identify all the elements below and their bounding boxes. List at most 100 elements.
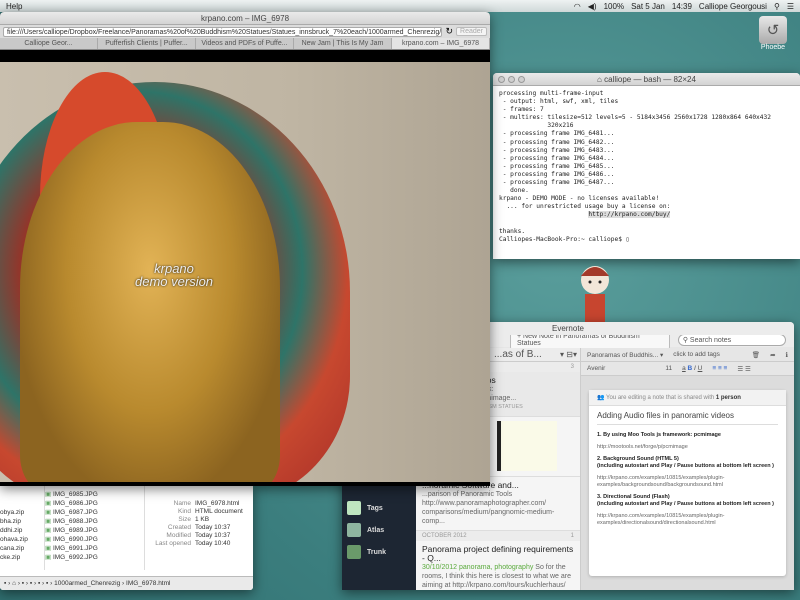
file-name: IMG_6987.JPG [52,509,98,516]
clock-time[interactable]: 14:39 [672,2,692,11]
file-name: IMG_6985.JPG [52,491,98,498]
file-item[interactable]: ▣ IMG_6990.JPG [45,535,144,544]
note-heading: 3. Directional Sound (Flash) [597,494,670,500]
statue-body [20,122,280,482]
sidebar-item-trunk[interactable]: Trunk [342,541,416,563]
format-buttons[interactable]: a B I U [682,365,702,372]
browser-tab[interactable]: Calliope Geor... [0,38,98,49]
note-link[interactable]: http://mootools.net/forge/p/pcmimage [597,444,778,451]
terminal-line: - frames: 7 [499,106,544,114]
terminal-line: - processing frame IMG_6481... [499,130,615,138]
font-size-select[interactable]: 11 [665,365,672,372]
menu-help[interactable]: Help [6,2,22,11]
file-name: IMG_6991.JPG [52,545,98,552]
file-item[interactable]: ▣ IMG_6987.JPG [45,508,144,517]
terminal-line: - processing frame IMG_6482... [499,138,615,146]
note-link[interactable]: http://krpano.com/examples/10815/example… [597,513,778,527]
file-item[interactable]: ddhi.zip [0,526,44,535]
reload-icon[interactable]: ↻ [445,26,453,37]
file-item[interactable]: ohava.zip [0,535,44,544]
notebook-menu-icons[interactable]: ▾ ⊟▾ [560,350,577,359]
file-name: IMG_6989.JPG [52,527,98,534]
reader-button[interactable]: Reader [456,27,487,36]
notebook-selector[interactable]: Panoramas of Buddhis... ▾ [587,351,663,359]
info-row: Last opened Today 10:40 [145,540,253,548]
browser-tab[interactable]: New Jam | This Is My Jam [294,38,392,49]
user-menu[interactable]: Calliope Georgousi [699,2,767,11]
sidebar-label: Atlas [367,526,385,534]
trunk-icon [347,545,361,559]
map-pin-icon [347,523,361,537]
volume-icon[interactable]: ◀) [588,2,597,11]
share-icon[interactable]: ➦ [770,351,775,359]
notification-icon[interactable]: ☰ [787,2,794,11]
file-item[interactable]: ▣ IMG_6989.JPG [45,526,144,535]
path-bar[interactable]: ▪ › ⌂ › ▪ › ▪ › ▪ › ▪ › 1000armed_Chenre… [0,576,253,590]
desktop-drive[interactable]: ↺ Phoebe [756,16,790,51]
address-bar[interactable]: file:///Users/calliope/Dropbox/Freelance… [3,26,443,37]
demo-watermark: krpano demo version [135,262,213,288]
sidebar-item-atlas[interactable]: Atlas [342,519,416,541]
sidebar-item-tags[interactable]: Tags [342,497,416,519]
file-item[interactable]: ▣ IMG_6986.JPG [45,499,144,508]
note-card[interactable]: 👥 You are editing a note that is shared … [589,390,786,576]
sidebar-label: Tags [367,504,383,512]
tags-field[interactable]: click to add tags [673,351,720,358]
path-file[interactable]: IMG_6978.html [126,580,170,587]
font-select[interactable]: Avenir [587,365,605,372]
search-notes-input[interactable]: ⚲ Search notes [677,334,786,346]
image-file-icon: ▣ [45,527,53,534]
path-folder[interactable]: 1000armed_Chenrezig [54,580,120,587]
battery-status[interactable]: 100% [604,2,624,11]
image-file-icon: ▣ [45,536,53,543]
info-label: Name [173,500,191,507]
browser-tab[interactable]: Videos and PDFs of Puffe... [196,38,294,49]
file-item[interactable]: obya.zip [0,508,44,517]
info-icon[interactable]: ℹ [786,351,788,359]
list-buttons[interactable]: ☰ ☰ [737,365,750,373]
file-item[interactable]: ▣ IMG_6988.JPG [45,517,144,526]
shared-count: 1 person [715,395,741,401]
file-item[interactable]: ▣ IMG_6992.JPG [45,553,144,562]
note-heading: 2. Background Sound (HTML 5) [597,456,679,462]
note-item[interactable]: Panorama project defining requirements -… [416,541,580,590]
browser-tab[interactable]: Pufferfish Clients | Puffer... [98,38,196,49]
file-item[interactable]: ▣ IMG_6991.JPG [45,544,144,553]
panorama-viewer[interactable]: krpanodemo version +−◀▶▲▼⤢ [0,62,490,482]
clock-date[interactable]: Sat 5 Jan [631,2,665,11]
terminal-line: ... for unrestricted usage buy a license… [499,203,671,211]
sidebar-label: Trunk [367,548,387,556]
browser-window: krpano.com – IMG_6978 file:///Users/call… [0,12,490,486]
info-label: Last opened [155,540,191,547]
note-link[interactable]: http://krpano.com/examples/10815/example… [597,475,778,489]
file-item[interactable]: cana.zip [0,544,44,553]
info-row: Name IMG_6978.html [145,500,253,508]
wifi-icon[interactable]: ◠ [574,2,581,11]
browser-tab[interactable]: krpano.com – IMG_6978 [392,38,490,49]
terminal-line: krpano - DEMO MODE - no licenses availab… [499,195,660,203]
terminal-output[interactable]: processing multi-frame-input - output: h… [493,86,800,248]
license-link[interactable]: http://krpano.com/buy/ [588,211,671,219]
terminal-line: - multires: tilesize=512 levels=5 - 5184… [499,114,771,122]
info-row: Kind HTML document [145,508,253,516]
note-editor: Panoramas of Buddhis... ▾ click to add ta… [581,348,794,590]
file-item[interactable]: cke.zip [0,553,44,562]
info-label: Kind [177,508,191,515]
terminal-titlebar[interactable]: ⌂ calliope — bash — 82×24 [493,73,800,86]
zoom-button[interactable] [518,76,525,83]
file-item[interactable]: bha.zip [0,517,44,526]
delete-icon[interactable]: 🗑 [752,351,760,359]
note-tags: panorama, photography [459,564,534,571]
finder-window: obya.zip bha.zip ddhi.zip ohava.zip cana.zip… [0,486,253,590]
file-name: IMG_6986.JPG [52,500,98,507]
info-row: Size 1 KB [145,516,253,524]
align-buttons[interactable]: ≡ ≡ ≡ [712,365,727,372]
file-item[interactable]: ▣ IMG_6985.JPG [45,490,144,499]
image-file-icon: ▣ [45,500,53,507]
image-file-icon: ▣ [45,518,53,525]
time-machine-drive-icon: ↺ [759,16,787,44]
spotlight-icon[interactable]: ⚲ [774,2,780,11]
close-button[interactable] [498,76,505,83]
minimize-button[interactable] [508,76,515,83]
note-title-field[interactable]: Adding Audio files in panoramic videos [597,412,778,425]
